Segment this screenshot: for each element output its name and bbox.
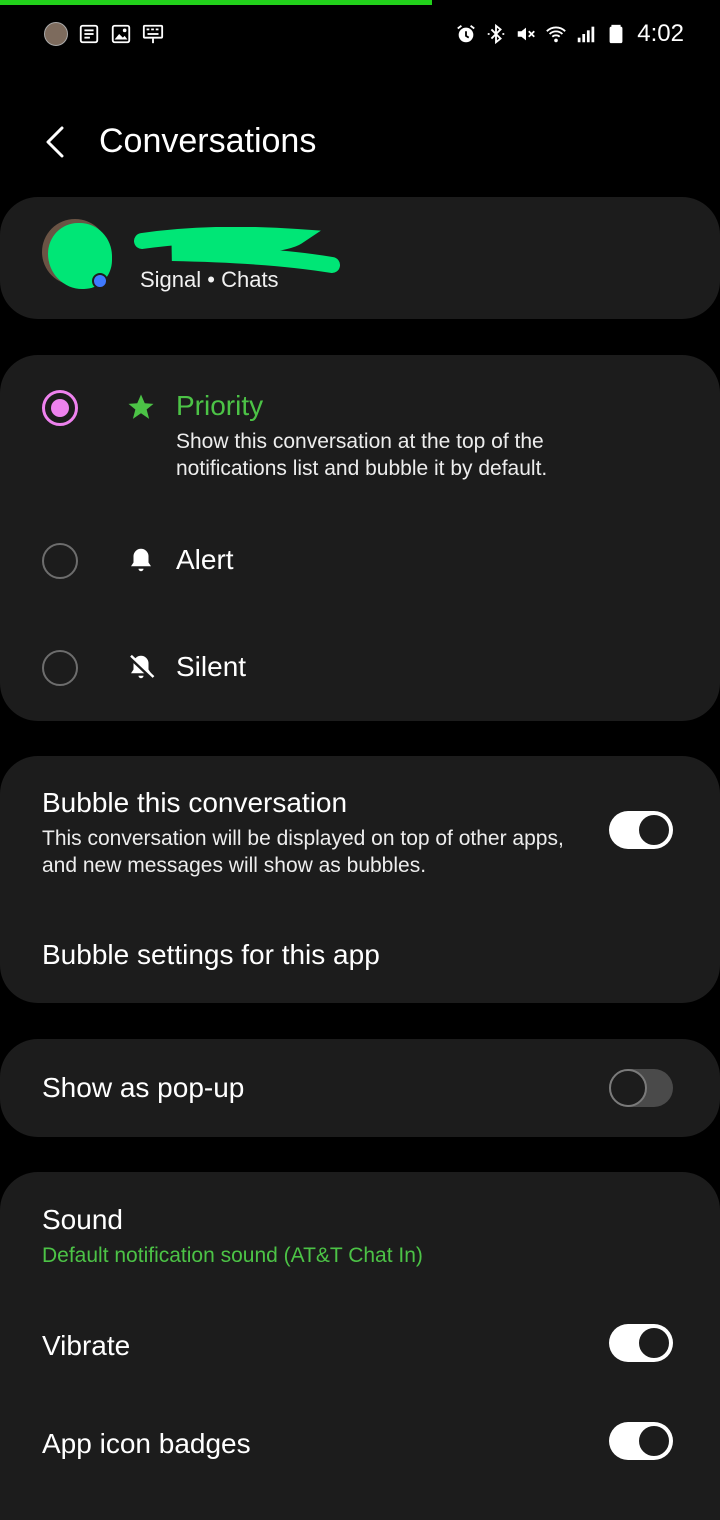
popup-title[interactable]: Show as pop-up [42, 1072, 244, 1104]
bell-off-icon [128, 654, 155, 680]
wifi-icon [546, 26, 567, 43]
contact-subtitle: Signal • Chats [140, 267, 279, 292]
radio-priority[interactable] [42, 390, 78, 426]
sound-value: Default notification sound (AT&T Chat In… [42, 1244, 423, 1267]
news-icon [79, 24, 99, 44]
vibrate-toggle[interactable] [609, 1324, 673, 1362]
app-bar: Conversations [0, 110, 720, 174]
radio-silent[interactable] [42, 650, 78, 686]
image-icon [111, 24, 131, 44]
option-priority-description: Show this conversation at the top of the… [176, 430, 548, 480]
bubble-settings-link[interactable]: Bubble settings for this app [42, 939, 380, 971]
badges-title[interactable]: App icon badges [42, 1428, 251, 1460]
status-time: 4:02 [637, 20, 684, 47]
sound-card: Sound Default notification sound (AT&T C… [0, 1172, 720, 1520]
bubble-card: Bubble this conversation This conversati… [0, 756, 720, 1003]
bubble-title[interactable]: Bubble this conversation [42, 787, 347, 819]
app-badge-icon [92, 273, 108, 289]
radio-alert[interactable] [42, 543, 78, 579]
mute-icon [518, 27, 536, 41]
bubble-description: This conversation will be displayed on t… [42, 827, 564, 877]
signal-icon [578, 26, 595, 43]
sound-title[interactable]: Sound [42, 1204, 123, 1236]
star-icon [128, 394, 154, 419]
badges-toggle[interactable] [609, 1422, 673, 1460]
vibrate-title[interactable]: Vibrate [42, 1330, 130, 1362]
popup-card: Show as pop-up [0, 1039, 720, 1137]
back-button[interactable] [40, 122, 70, 162]
option-alert-label[interactable]: Alert [176, 544, 234, 576]
bluetooth-icon [488, 23, 505, 45]
progress-bar [0, 0, 432, 5]
battery-icon [609, 24, 623, 44]
alarm-icon [457, 25, 476, 43]
keyboard-icon [142, 24, 164, 44]
popup-toggle[interactable] [609, 1069, 673, 1107]
avatar-notification-icon [44, 22, 68, 46]
page-title: Conversations [99, 122, 317, 160]
importance-card: Priority Show this conversation at the t… [0, 355, 720, 721]
bell-icon [131, 548, 151, 572]
status-bar: 4:02 [0, 12, 720, 58]
contact-card[interactable]: Signal • Chats [0, 197, 720, 319]
option-silent-label[interactable]: Silent [176, 651, 246, 683]
bubble-toggle[interactable] [609, 811, 673, 849]
option-priority-label[interactable]: Priority [176, 390, 263, 422]
